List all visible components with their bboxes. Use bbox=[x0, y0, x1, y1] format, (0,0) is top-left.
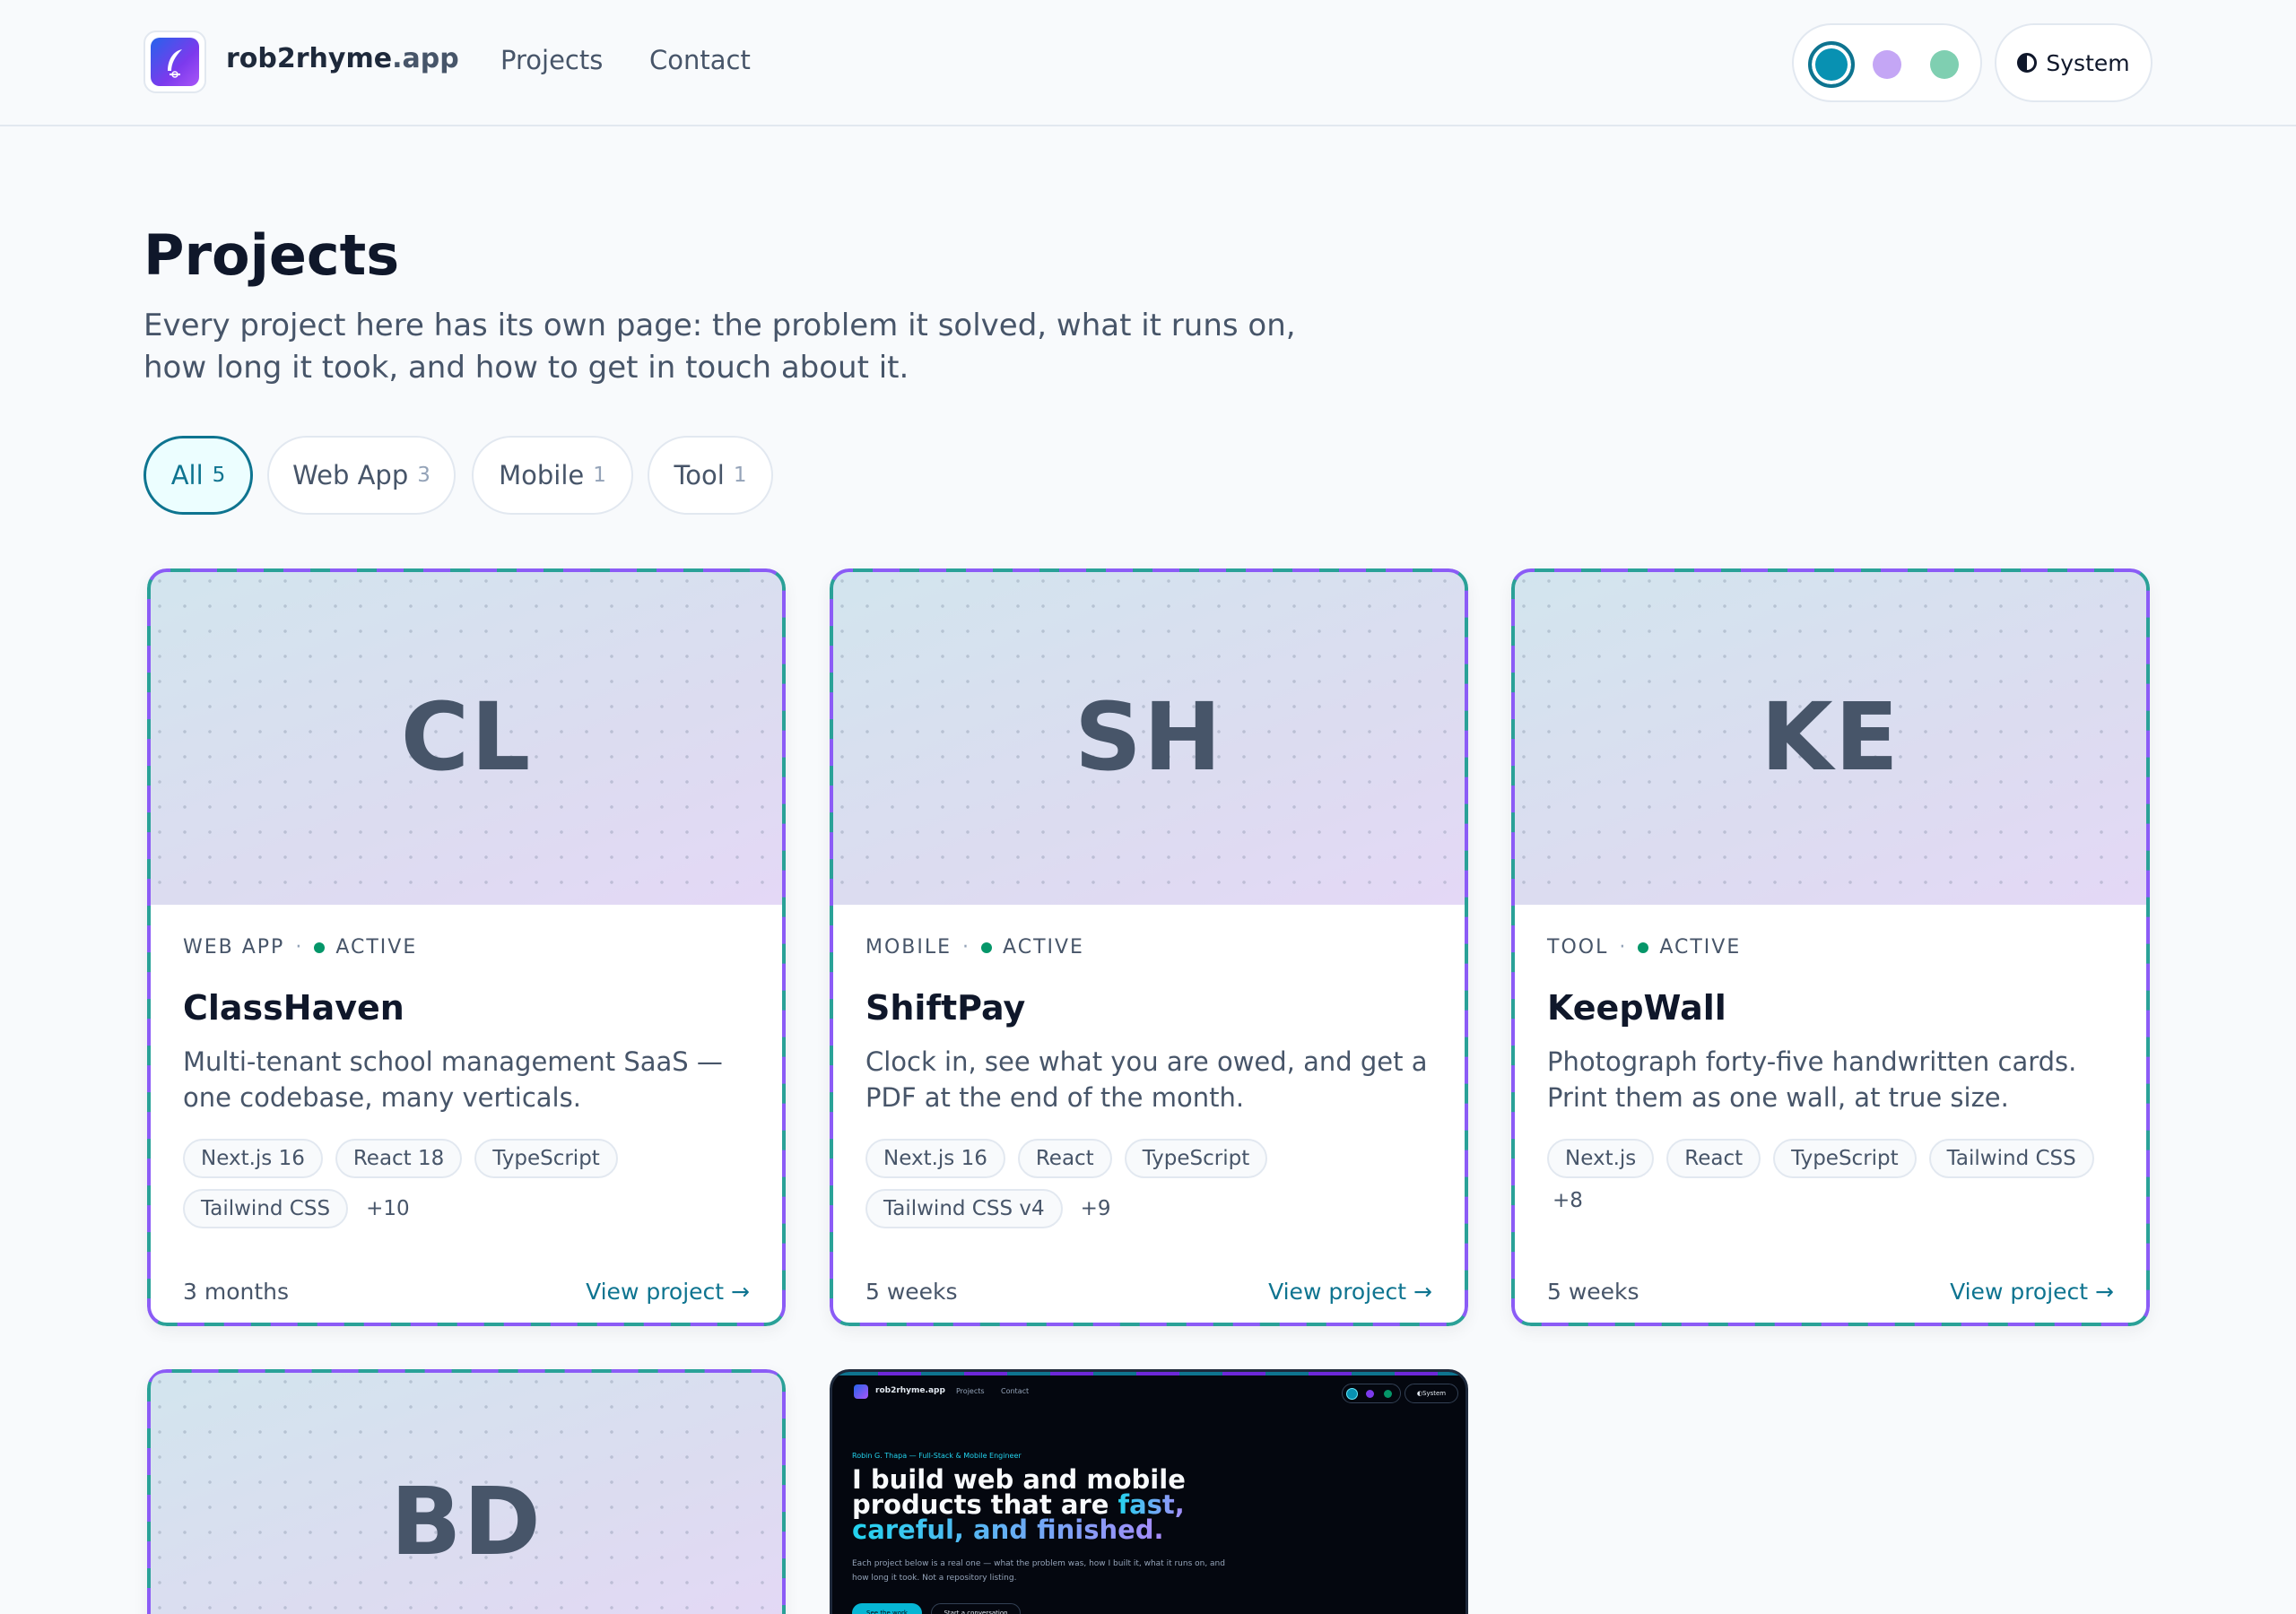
project-card-keepwall[interactable]: KE TOOL · ACTIVE KeepWall Photograph for… bbox=[1511, 568, 2150, 1326]
project-card-bd[interactable]: BD bbox=[147, 1369, 786, 1614]
tech-tag: Tailwind CSS bbox=[183, 1189, 349, 1228]
project-cover: CL bbox=[147, 568, 786, 905]
mini-paragraph: Each project below is a real one — what … bbox=[852, 1559, 1225, 1583]
project-cover: BD bbox=[147, 1369, 786, 1614]
project-description: Multi-tenant school management SaaS — on… bbox=[183, 1046, 723, 1113]
tech-tags: Next.js React TypeScript Tailwind CSS +8 bbox=[1547, 1139, 2121, 1212]
status-dot-icon bbox=[314, 941, 326, 953]
filter-web-app[interactable]: Web App 3 bbox=[267, 436, 456, 515]
view-project-link[interactable]: View project → bbox=[586, 1279, 750, 1305]
tech-tag: Next.js 16 bbox=[183, 1139, 323, 1178]
tech-tag: TypeScript bbox=[1124, 1139, 1268, 1178]
accent-swatch-mint[interactable] bbox=[1930, 50, 1959, 79]
contrast-icon bbox=[2017, 53, 2038, 73]
accent-swatch-violet[interactable] bbox=[1873, 50, 1901, 79]
tech-tag: React bbox=[1017, 1139, 1112, 1178]
mini-brand: rob2rhyme.app bbox=[875, 1386, 945, 1395]
tech-tag: Tailwind CSS v4 bbox=[865, 1189, 1063, 1228]
filter-tool[interactable]: Tool 1 bbox=[648, 436, 773, 515]
project-meta: TOOL · ACTIVE bbox=[1547, 936, 1742, 959]
project-duration: 3 months bbox=[183, 1279, 290, 1305]
mini-see-work-button: See the work bbox=[852, 1603, 922, 1614]
tech-tags: Next.js 16 React 18 TypeScript Tailwind … bbox=[183, 1139, 757, 1228]
mini-start-conversation-button: Start a conversation bbox=[931, 1603, 1021, 1614]
project-meta: WEB APP · ACTIVE bbox=[183, 936, 418, 959]
project-cover: SH bbox=[830, 568, 1468, 905]
project-description: Clock in, see what you are owed, and get… bbox=[865, 1046, 1428, 1113]
more-tags-count: +8 bbox=[1552, 1189, 1583, 1212]
cover-initials: BD bbox=[390, 1467, 543, 1576]
brand-logo[interactable] bbox=[144, 30, 206, 93]
nav-contact[interactable]: Contact bbox=[649, 45, 751, 75]
tech-tag: TypeScript bbox=[474, 1139, 618, 1178]
project-title: KeepWall bbox=[1547, 988, 1726, 1028]
project-card-portfolio-screenshot[interactable]: rob2rhyme.app Projects Contact ◐ System … bbox=[830, 1369, 1468, 1614]
theme-label: System bbox=[2046, 49, 2130, 76]
tech-tag: Tailwind CSS bbox=[1928, 1139, 2094, 1178]
filter-all[interactable]: All 5 bbox=[144, 436, 253, 515]
tech-tags: Next.js 16 React TypeScript Tailwind CSS… bbox=[865, 1139, 1439, 1228]
page-subtitle: Every project here has its own page: the… bbox=[144, 308, 1296, 386]
feather-icon bbox=[151, 38, 199, 86]
cover-initials: SH bbox=[1074, 681, 1223, 792]
project-duration: 5 weeks bbox=[1547, 1279, 1639, 1305]
view-project-link[interactable]: View project → bbox=[1950, 1279, 2114, 1305]
tech-tag: React bbox=[1666, 1139, 1761, 1178]
theme-toggle-button[interactable]: System bbox=[1995, 23, 2152, 102]
tech-tag: React 18 bbox=[335, 1139, 463, 1178]
mini-headline: I build web and mobile products that are… bbox=[852, 1464, 1186, 1545]
nav-projects[interactable]: Projects bbox=[500, 45, 603, 75]
more-tags-count: +9 bbox=[1080, 1197, 1111, 1220]
status-dot-icon bbox=[1638, 941, 1649, 953]
project-duration: 5 weeks bbox=[865, 1279, 958, 1305]
status-dot-icon bbox=[981, 941, 993, 953]
project-card-classhaven[interactable]: CL WEB APP · ACTIVE ClassHaven Multi-ten… bbox=[147, 568, 786, 1326]
filter-mobile[interactable]: Mobile 1 bbox=[472, 436, 633, 515]
top-header: rob2rhyme.app Projects Contact System bbox=[0, 0, 2296, 126]
project-cover: KE bbox=[1511, 568, 2150, 905]
project-card-shiftpay[interactable]: SH MOBILE · ACTIVE ShiftPay Clock in, se… bbox=[830, 568, 1468, 1326]
project-description: Photograph forty-five handwritten cards.… bbox=[1547, 1046, 2077, 1113]
tech-tag: TypeScript bbox=[1773, 1139, 1917, 1178]
accent-color-picker bbox=[1792, 23, 1982, 102]
accent-swatch-teal[interactable] bbox=[1808, 41, 1855, 88]
more-tags-count: +10 bbox=[366, 1197, 410, 1220]
cover-initials: KE bbox=[1761, 681, 1900, 792]
view-project-link[interactable]: View project → bbox=[1268, 1279, 1432, 1305]
tech-tag: Next.js bbox=[1547, 1139, 1655, 1178]
brand-name[interactable]: rob2rhyme.app bbox=[226, 43, 459, 74]
mini-eyebrow: Robin G. Thapa — Full-Stack & Mobile Eng… bbox=[852, 1452, 1022, 1460]
mini-accent-picker bbox=[1342, 1384, 1401, 1403]
project-meta: MOBILE · ACTIVE bbox=[865, 936, 1084, 959]
page-title: Projects bbox=[144, 222, 400, 288]
project-title: ClassHaven bbox=[183, 988, 404, 1028]
cover-initials: CL bbox=[400, 681, 533, 792]
mini-nav-contact: Contact bbox=[1001, 1387, 1030, 1395]
mini-feather-icon bbox=[854, 1384, 868, 1399]
mini-nav-projects: Projects bbox=[956, 1387, 985, 1395]
project-title: ShiftPay bbox=[865, 988, 1026, 1028]
mini-theme-toggle: ◐ System bbox=[1405, 1384, 1458, 1403]
tech-tag: Next.js 16 bbox=[865, 1139, 1005, 1178]
